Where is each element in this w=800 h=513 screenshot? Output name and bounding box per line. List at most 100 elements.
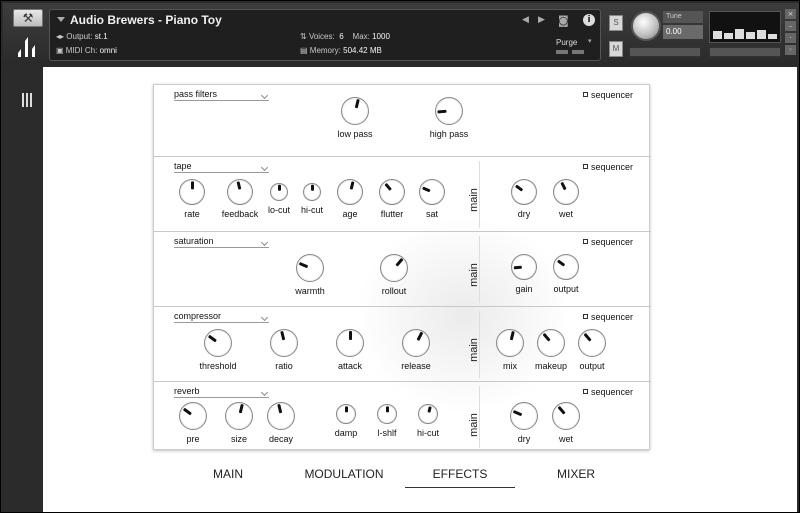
knob-release[interactable]: release: [394, 329, 438, 371]
knob-dial[interactable]: [303, 183, 321, 201]
knob-dial[interactable]: [419, 179, 445, 205]
knob-feedback[interactable]: feedback: [217, 179, 263, 219]
knob-pre[interactable]: pre: [176, 402, 210, 444]
knob-dial[interactable]: [402, 329, 430, 357]
output-row[interactable]: ◂▸ Output: st.1: [56, 32, 108, 41]
solo-button[interactable]: S: [609, 15, 623, 31]
midi-row[interactable]: ▣ MIDI Ch: omni: [56, 46, 117, 55]
knob-dial[interactable]: [377, 404, 397, 424]
knob-dial[interactable]: [179, 402, 207, 430]
next-instrument-icon[interactable]: ▶: [538, 15, 545, 25]
checkbox-icon[interactable]: [582, 164, 588, 169]
checkbox-icon[interactable]: [582, 92, 588, 97]
knob-dial[interactable]: [270, 329, 298, 357]
knob-dial[interactable]: [204, 329, 232, 357]
knob-dial[interactable]: [225, 402, 253, 430]
sequencer-toggle[interactable]: sequencer: [582, 162, 633, 172]
knob-dial[interactable]: [553, 254, 579, 280]
knob-dial[interactable]: [578, 329, 606, 357]
knob-dial[interactable]: [341, 97, 369, 125]
knob-dial[interactable]: [510, 402, 538, 430]
knob-wet[interactable]: wet: [548, 402, 584, 444]
knob-rollout[interactable]: rollout: [372, 254, 416, 296]
collapse-triangle-icon[interactable]: [57, 17, 65, 22]
knob-dial[interactable]: [179, 179, 205, 205]
pan-slider[interactable]: [629, 47, 701, 57]
knob-dial[interactable]: [379, 179, 405, 205]
knob-output[interactable]: output: [572, 329, 612, 371]
tune-value[interactable]: 0.00: [663, 25, 703, 39]
sequencer-toggle[interactable]: sequencer: [582, 387, 633, 397]
purge-dropdown-icon[interactable]: ▾: [588, 37, 592, 45]
minimize-icon[interactable]: –: [785, 21, 796, 31]
sequencer-toggle[interactable]: sequencer: [582, 237, 633, 247]
tab-effects[interactable]: EFFECTS: [405, 467, 515, 488]
sequencer-toggle[interactable]: sequencer: [582, 312, 633, 322]
knob-dial[interactable]: [511, 179, 537, 205]
tune-knob[interactable]: [631, 11, 661, 41]
knob-dial[interactable]: [537, 329, 565, 357]
section-title-dropdown[interactable]: saturation: [174, 236, 269, 248]
checkbox-icon[interactable]: [582, 314, 588, 319]
knob-dry[interactable]: dry: [506, 179, 542, 219]
knob-hi-cut[interactable]: hi-cut: [296, 183, 328, 215]
mute-button[interactable]: M: [609, 41, 623, 57]
knob-dial[interactable]: [552, 402, 580, 430]
knob-damp[interactable]: damp: [328, 404, 364, 438]
section-title-dropdown[interactable]: reverb: [174, 386, 269, 398]
knob-gain[interactable]: gain: [506, 254, 542, 294]
knob-dial[interactable]: [496, 329, 524, 357]
instrument-name[interactable]: Audio Brewers - Piano Toy: [70, 13, 222, 27]
knob-lo-cut[interactable]: lo-cut: [263, 183, 295, 215]
knob-mix[interactable]: mix: [492, 329, 528, 371]
volume-slider[interactable]: [709, 47, 781, 57]
knob-sat[interactable]: sat: [416, 179, 448, 219]
tab-main[interactable]: MAIN: [173, 467, 283, 481]
info-icon[interactable]: i: [583, 14, 595, 26]
knob-flutter[interactable]: flutter: [374, 179, 410, 219]
knob-attack[interactable]: attack: [328, 329, 372, 371]
pv-icon[interactable]: ◦: [785, 45, 796, 55]
knob-ratio[interactable]: ratio: [266, 329, 302, 371]
section-title-dropdown[interactable]: pass filters: [174, 89, 269, 101]
knob-dial[interactable]: [435, 97, 463, 125]
checkbox-icon[interactable]: [582, 389, 588, 394]
knob-dial[interactable]: [270, 183, 288, 201]
camera-icon[interactable]: ◙: [558, 14, 569, 27]
knob-dial[interactable]: [227, 179, 253, 205]
tab-mixer[interactable]: MIXER: [521, 467, 631, 481]
knob-age[interactable]: age: [334, 179, 366, 219]
knob-threshold[interactable]: threshold: [192, 329, 244, 371]
wrench-icon[interactable]: ⚒: [13, 9, 43, 27]
knob-dial[interactable]: [267, 402, 295, 430]
knob-dial[interactable]: [336, 329, 364, 357]
prev-instrument-icon[interactable]: ◀: [522, 15, 529, 25]
knob-dial[interactable]: [337, 179, 363, 205]
knob-rate[interactable]: rate: [174, 179, 210, 219]
knob-hi-cut[interactable]: hi-cut: [410, 404, 446, 438]
knob-warmth[interactable]: warmth: [288, 254, 332, 296]
purge-menu[interactable]: Purge: [556, 38, 577, 47]
sequencer-toggle[interactable]: sequencer: [582, 90, 633, 100]
knob-l-shlf[interactable]: l-shlf: [370, 404, 404, 438]
knob-wet[interactable]: wet: [548, 179, 584, 219]
knob-decay[interactable]: decay: [262, 402, 300, 444]
knob-size[interactable]: size: [222, 402, 256, 444]
knob-dial[interactable]: [418, 404, 438, 424]
knob-makeup[interactable]: makeup: [529, 329, 573, 371]
knob-dry[interactable]: dry: [506, 402, 542, 444]
knob-dial[interactable]: [336, 404, 356, 424]
knob-dial[interactable]: [553, 179, 579, 205]
checkbox-icon[interactable]: [582, 239, 588, 244]
knob-dial[interactable]: [511, 254, 537, 280]
knob-high-pass[interactable]: high pass: [424, 97, 474, 139]
tab-modulation[interactable]: MODULATION: [289, 467, 399, 481]
section-title-dropdown[interactable]: tape: [174, 161, 269, 173]
knob-dial[interactable]: [380, 254, 408, 282]
knob-output[interactable]: output: [546, 254, 586, 294]
close-icon[interactable]: ×: [785, 9, 796, 19]
aux-icon[interactable]: ·: [785, 33, 796, 43]
knob-low-pass[interactable]: low pass: [330, 97, 380, 139]
section-title-dropdown[interactable]: compressor: [174, 311, 269, 323]
knob-dial[interactable]: [296, 254, 324, 282]
